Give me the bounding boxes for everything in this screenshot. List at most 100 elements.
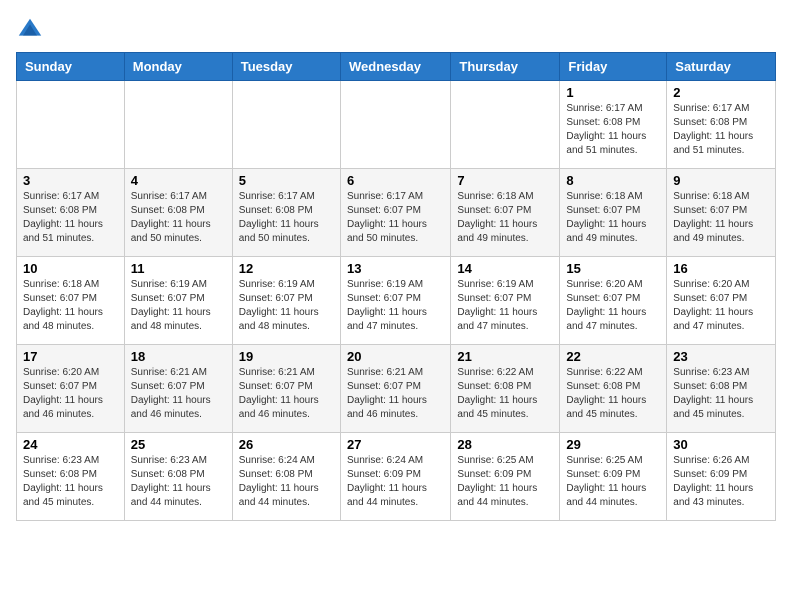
- calendar-cell: 15Sunrise: 6:20 AM Sunset: 6:07 PM Dayli…: [560, 257, 667, 345]
- calendar-cell: 14 Sunrise: 6:19 AM Sunset: 6:07 PM Dayli…: [451, 257, 560, 345]
- day-number: 27: [347, 437, 444, 452]
- day-number: 17: [23, 349, 118, 364]
- day-info: Sunrise: 6:20 AM Sunset: 6:07 PM Dayligh…: [23, 366, 118, 422]
- day-number: 23: [673, 349, 769, 364]
- calendar-cell: 7 Sunrise: 6:18 AM Sunset: 6:07 PM Daylig…: [451, 169, 560, 257]
- calendar-cell: 2Sunrise: 6:17 AM Sunset: 6:08 PM Daylig…: [667, 81, 776, 169]
- calendar-cell: 9 Sunrise: 6:18 AM Sunset: 6:07 PM Daylig…: [667, 169, 776, 257]
- logo: [16, 16, 48, 44]
- day-info: Sunrise: 6:18 AM Sunset: 6:07 PM Dayligh…: [457, 190, 553, 246]
- calendar-cell: 13 Sunrise: 6:19 AM Sunset: 6:07 PM Dayli…: [340, 257, 450, 345]
- day-info: Sunrise: 6:19 AM Sunset: 6:07 PM Dayligh…: [457, 278, 553, 334]
- day-number: 5: [239, 173, 334, 188]
- day-number: 6: [347, 173, 444, 188]
- day-info: Sunrise: 6:22 AM Sunset: 6:08 PM Dayligh…: [566, 366, 660, 422]
- day-info: Sunrise: 6:25 AM Sunset: 6:09 PM Dayligh…: [566, 454, 660, 510]
- calendar-cell: 16Sunrise: 6:20 AM Sunset: 6:07 PM Dayli…: [667, 257, 776, 345]
- day-number: 14: [457, 261, 553, 276]
- day-info: Sunrise: 6:17 AM Sunset: 6:07 PM Dayligh…: [347, 190, 444, 246]
- calendar-cell: 10 Sunrise: 6:18 AM Sunset: 6:07 PM Dayli…: [17, 257, 125, 345]
- day-number: 18: [131, 349, 226, 364]
- day-info: Sunrise: 6:21 AM Sunset: 6:07 PM Dayligh…: [131, 366, 226, 422]
- day-number: 4: [131, 173, 226, 188]
- calendar-cell: 18 Sunrise: 6:21 AM Sunset: 6:07 PM Dayli…: [124, 345, 232, 433]
- day-info: Sunrise: 6:24 AM Sunset: 6:08 PM Dayligh…: [239, 454, 334, 510]
- day-number: 12: [239, 261, 334, 276]
- day-number: 20: [347, 349, 444, 364]
- calendar-cell: 26Sunrise: 6:24 AM Sunset: 6:08 PM Dayli…: [232, 433, 340, 521]
- day-info: Sunrise: 6:25 AM Sunset: 6:09 PM Dayligh…: [457, 454, 553, 510]
- day-info: Sunrise: 6:19 AM Sunset: 6:07 PM Dayligh…: [347, 278, 444, 334]
- day-info: Sunrise: 6:22 AM Sunset: 6:08 PM Dayligh…: [457, 366, 553, 422]
- day-of-week-header: Wednesday: [340, 53, 450, 81]
- day-of-week-header: Sunday: [17, 53, 125, 81]
- day-info: Sunrise: 6:21 AM Sunset: 6:07 PM Dayligh…: [239, 366, 334, 422]
- calendar-cell: 19 Sunrise: 6:21 AM Sunset: 6:07 PM Dayli…: [232, 345, 340, 433]
- day-number: 1: [566, 85, 660, 100]
- day-of-week-header: Thursday: [451, 53, 560, 81]
- day-number: 9: [673, 173, 769, 188]
- day-number: 16: [673, 261, 769, 276]
- day-number: 11: [131, 261, 226, 276]
- calendar-week-row: 3 Sunrise: 6:17 AM Sunset: 6:08 PM Daylig…: [17, 169, 776, 257]
- day-number: 8: [566, 173, 660, 188]
- day-number: 10: [23, 261, 118, 276]
- calendar-cell: 6 Sunrise: 6:17 AM Sunset: 6:07 PM Daylig…: [340, 169, 450, 257]
- calendar-cell: 24 Sunrise: 6:23 AM Sunset: 6:08 PM Dayli…: [17, 433, 125, 521]
- calendar-cell: [451, 81, 560, 169]
- calendar-cell: 30Sunrise: 6:26 AM Sunset: 6:09 PM Dayli…: [667, 433, 776, 521]
- day-number: 3: [23, 173, 118, 188]
- day-info: Sunrise: 6:19 AM Sunset: 6:07 PM Dayligh…: [131, 278, 226, 334]
- calendar-cell: 25 Sunrise: 6:23 AM Sunset: 6:08 PM Dayli…: [124, 433, 232, 521]
- calendar-cell: 28 Sunrise: 6:25 AM Sunset: 6:09 PM Dayli…: [451, 433, 560, 521]
- calendar-table: SundayMondayTuesdayWednesdayThursdayFrid…: [16, 52, 776, 521]
- calendar-cell: 29 Sunrise: 6:25 AM Sunset: 6:09 PM Dayli…: [560, 433, 667, 521]
- day-info: Sunrise: 6:23 AM Sunset: 6:08 PM Dayligh…: [673, 366, 769, 422]
- day-info: Sunrise: 6:17 AM Sunset: 6:08 PM Dayligh…: [566, 102, 660, 158]
- calendar-cell: [340, 81, 450, 169]
- calendar-cell: 1 Sunrise: 6:17 AM Sunset: 6:08 PM Daylig…: [560, 81, 667, 169]
- day-info: Sunrise: 6:18 AM Sunset: 6:07 PM Dayligh…: [673, 190, 769, 246]
- day-number: 13: [347, 261, 444, 276]
- day-number: 30: [673, 437, 769, 452]
- calendar-cell: 8 Sunrise: 6:18 AM Sunset: 6:07 PM Daylig…: [560, 169, 667, 257]
- day-number: 28: [457, 437, 553, 452]
- day-info: Sunrise: 6:17 AM Sunset: 6:08 PM Dayligh…: [131, 190, 226, 246]
- day-of-week-header: Monday: [124, 53, 232, 81]
- day-info: Sunrise: 6:21 AM Sunset: 6:07 PM Dayligh…: [347, 366, 444, 422]
- calendar-cell: 21 Sunrise: 6:22 AM Sunset: 6:08 PM Dayli…: [451, 345, 560, 433]
- calendar-cell: 22 Sunrise: 6:22 AM Sunset: 6:08 PM Dayli…: [560, 345, 667, 433]
- calendar-cell: 27 Sunrise: 6:24 AM Sunset: 6:09 PM Dayli…: [340, 433, 450, 521]
- day-number: 22: [566, 349, 660, 364]
- day-number: 19: [239, 349, 334, 364]
- day-info: Sunrise: 6:17 AM Sunset: 6:08 PM Dayligh…: [239, 190, 334, 246]
- day-info: Sunrise: 6:23 AM Sunset: 6:08 PM Dayligh…: [23, 454, 118, 510]
- day-info: Sunrise: 6:17 AM Sunset: 6:08 PM Dayligh…: [23, 190, 118, 246]
- page-header: [16, 16, 776, 44]
- day-number: 24: [23, 437, 118, 452]
- day-info: Sunrise: 6:18 AM Sunset: 6:07 PM Dayligh…: [23, 278, 118, 334]
- day-number: 7: [457, 173, 553, 188]
- day-info: Sunrise: 6:18 AM Sunset: 6:07 PM Dayligh…: [566, 190, 660, 246]
- day-info: Sunrise: 6:24 AM Sunset: 6:09 PM Dayligh…: [347, 454, 444, 510]
- calendar-cell: [232, 81, 340, 169]
- calendar-week-row: 24 Sunrise: 6:23 AM Sunset: 6:08 PM Dayli…: [17, 433, 776, 521]
- day-number: 25: [131, 437, 226, 452]
- calendar-cell: 4 Sunrise: 6:17 AM Sunset: 6:08 PM Daylig…: [124, 169, 232, 257]
- day-info: Sunrise: 6:23 AM Sunset: 6:08 PM Dayligh…: [131, 454, 226, 510]
- calendar-cell: 23 Sunrise: 6:23 AM Sunset: 6:08 PM Dayli…: [667, 345, 776, 433]
- day-number: 21: [457, 349, 553, 364]
- calendar-week-row: 10 Sunrise: 6:18 AM Sunset: 6:07 PM Dayli…: [17, 257, 776, 345]
- day-info: Sunrise: 6:19 AM Sunset: 6:07 PM Dayligh…: [239, 278, 334, 334]
- calendar-cell: 5 Sunrise: 6:17 AM Sunset: 6:08 PM Daylig…: [232, 169, 340, 257]
- day-number: 2: [673, 85, 769, 100]
- day-of-week-header: Saturday: [667, 53, 776, 81]
- logo-icon: [16, 16, 44, 44]
- calendar-cell: [17, 81, 125, 169]
- day-info: Sunrise: 6:20 AM Sunset: 6:07 PM Dayligh…: [566, 278, 660, 334]
- calendar-cell: 3 Sunrise: 6:17 AM Sunset: 6:08 PM Daylig…: [17, 169, 125, 257]
- calendar-cell: 17 Sunrise: 6:20 AM Sunset: 6:07 PM Dayli…: [17, 345, 125, 433]
- day-number: 29: [566, 437, 660, 452]
- calendar-cell: 20 Sunrise: 6:21 AM Sunset: 6:07 PM Dayli…: [340, 345, 450, 433]
- calendar-week-row: 1 Sunrise: 6:17 AM Sunset: 6:08 PM Daylig…: [17, 81, 776, 169]
